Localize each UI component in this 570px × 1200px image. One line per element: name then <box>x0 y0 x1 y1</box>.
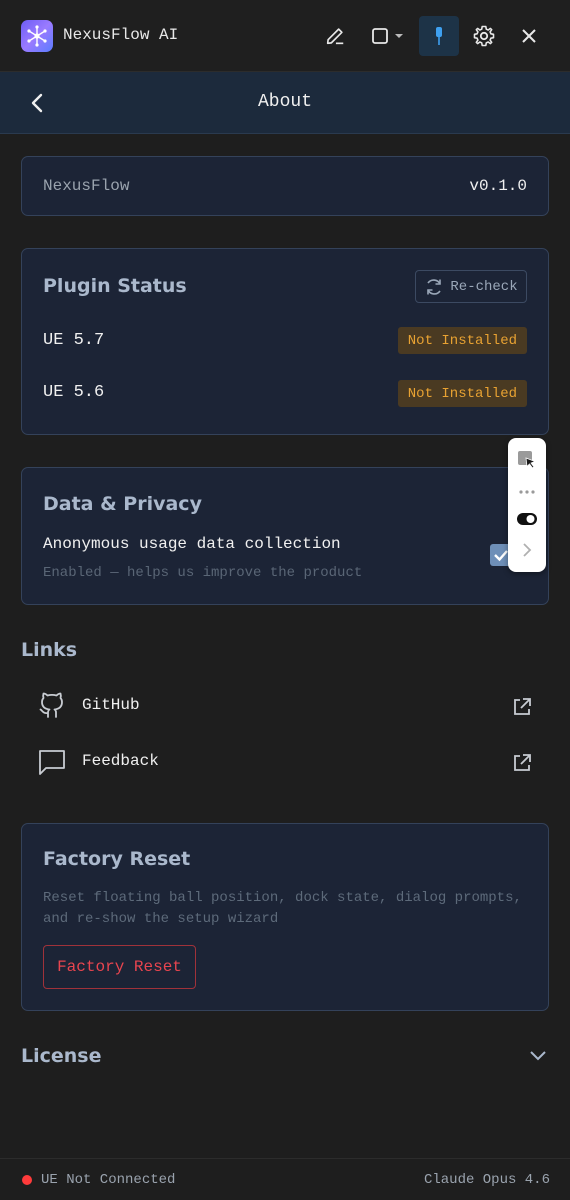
more-button[interactable] <box>517 484 537 494</box>
model-name[interactable]: Claude Opus 4.6 <box>424 1172 550 1188</box>
license-title: License <box>21 1045 102 1067</box>
floating-toolbar <box>508 438 546 572</box>
link-label: Feedback <box>82 752 159 770</box>
plugin-label: UE 5.6 <box>43 383 105 402</box>
privacy-title: Data & Privacy <box>43 493 202 515</box>
link-github[interactable]: GitHub <box>21 681 549 733</box>
product-name: NexusFlow <box>43 177 130 195</box>
chevron-down-icon <box>395 34 403 38</box>
gear-icon <box>473 25 495 47</box>
recheck-label: Re-check <box>450 278 518 295</box>
version-value: v0.1.0 <box>469 177 527 195</box>
status-badge: Not Installed <box>397 327 527 354</box>
factory-reset-description: Reset floating ball position, dock state… <box>43 890 522 927</box>
pin-icon <box>436 27 442 45</box>
pencil-icon <box>326 28 344 45</box>
page-title: About <box>257 92 312 112</box>
status-badge: Not Installed <box>397 380 527 407</box>
page-header: About <box>0 72 570 134</box>
plugin-label: UE 5.7 <box>43 331 105 350</box>
chat-bubble-icon <box>39 750 65 775</box>
app-title: NexusFlow AI <box>63 26 179 44</box>
usage-collection-label: Anonymous usage data collection <box>43 535 341 553</box>
factory-reset-button[interactable]: Factory Reset <box>43 945 196 989</box>
privacy-card: Data & Privacy Anonymous usage data coll… <box>21 467 549 605</box>
screenshot-select-button[interactable] <box>517 450 537 470</box>
edit-button[interactable] <box>320 16 350 56</box>
status-bar: UE Not Connected Claude Opus 4.6 <box>0 1158 570 1200</box>
usage-collection-description: Enabled — helps us improve the product <box>43 565 363 581</box>
link-feedback[interactable]: Feedback <box>21 737 549 789</box>
window-mode-dropdown[interactable] <box>366 16 408 56</box>
pin-button[interactable] <box>419 16 459 56</box>
toggle-switch[interactable] <box>516 512 538 526</box>
recheck-button[interactable]: Re-check <box>415 270 527 303</box>
external-link-icon <box>514 754 531 771</box>
factory-reset-card: Factory Reset Reset floating ball positi… <box>21 823 549 1011</box>
plugin-status-card: Plugin Status Re-check UE 5.7 Not Instal… <box>21 248 549 435</box>
chevron-right-icon <box>523 543 532 557</box>
window-square-icon <box>372 28 403 44</box>
select-cursor-icon <box>518 451 537 469</box>
toggle-icon <box>517 513 537 525</box>
more-dots-icon <box>519 490 535 494</box>
network-icon <box>27 25 47 47</box>
chevron-down-icon <box>530 1051 546 1061</box>
license-section-toggle[interactable]: License <box>21 1040 549 1072</box>
link-label: GitHub <box>82 696 140 714</box>
title-bar: NexusFlow AI <box>0 0 570 72</box>
version-card: NexusFlow v0.1.0 <box>21 156 549 216</box>
close-icon <box>522 29 536 43</box>
external-link-icon <box>514 698 531 715</box>
settings-button[interactable] <box>470 16 498 56</box>
refresh-icon <box>427 278 442 295</box>
app-logo <box>21 20 53 52</box>
github-icon <box>39 692 63 718</box>
factory-reset-title: Factory Reset <box>43 848 191 870</box>
plugin-status-title: Plugin Status <box>43 275 187 297</box>
expand-button[interactable] <box>519 540 535 560</box>
connection-status-dot <box>22 1175 32 1185</box>
connection-status: UE Not Connected <box>41 1172 176 1188</box>
links-title: Links <box>21 639 78 661</box>
close-button[interactable] <box>516 16 542 56</box>
